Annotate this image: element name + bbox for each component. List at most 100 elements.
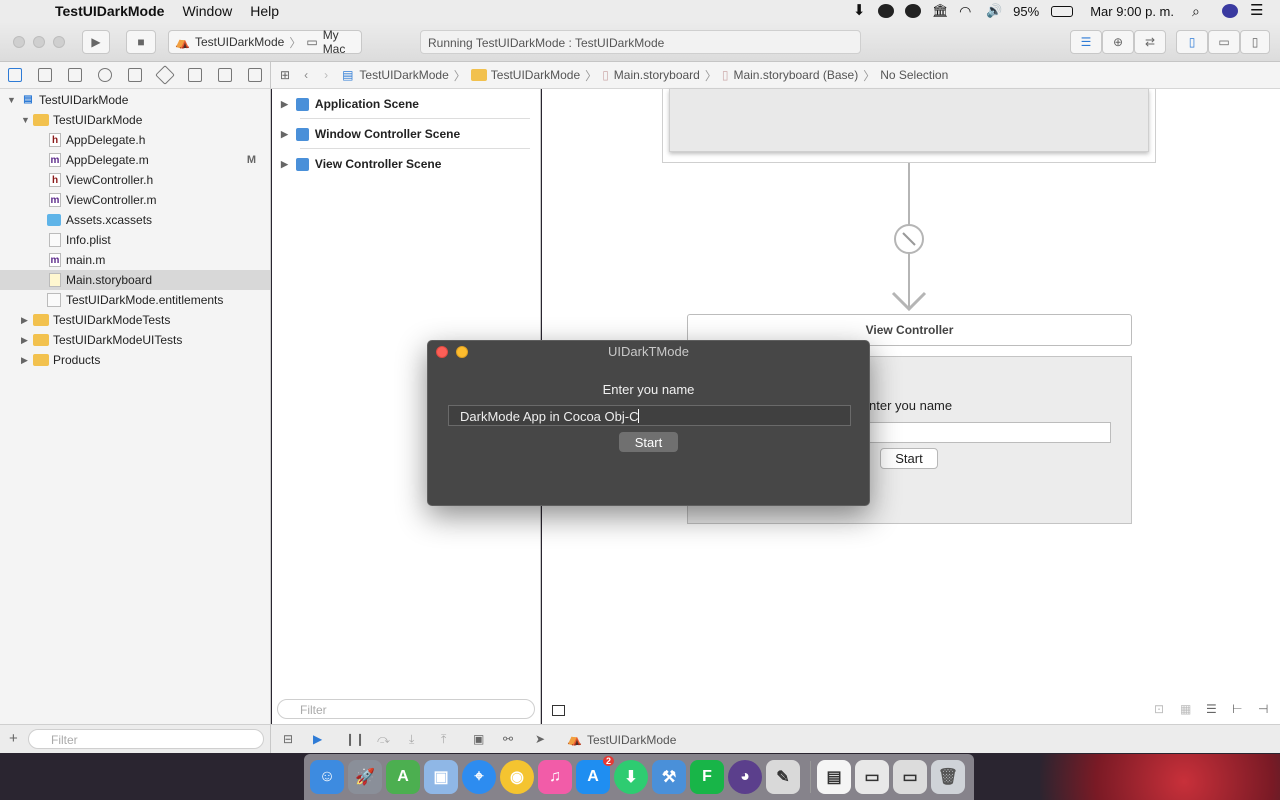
view-hierarchy-icon[interactable]: ▣ [473,732,484,746]
jumpbar-crumb-group[interactable]: TestUIDarkMode [491,68,580,82]
nav-item-file[interactable]: m ViewController.m [0,190,270,210]
stack-icon[interactable]: ▦ [1180,702,1191,716]
source-control-icon[interactable] [38,68,52,82]
nav-item-project[interactable]: ▼ ▤ TestUIDarkMode [0,90,270,110]
spotlight-icon[interactable]: ⌕ [1192,4,1208,18]
nav-item-file[interactable]: m AppDelegate.m M [0,150,270,170]
toggle-navigator-button[interactable]: ▯ [1176,30,1208,54]
pause-icon[interactable]: ❙❙ [345,732,365,746]
itunes-icon[interactable]: ♫ [538,760,572,794]
test-navigator-icon[interactable] [155,65,175,85]
relationship-segue[interactable] [880,163,940,315]
jumpbar-crumb-project[interactable]: TestUIDarkMode [359,68,448,82]
close-window-button[interactable] [13,36,25,48]
location-icon[interactable]: ➤ [535,732,545,746]
nav-item-file-selected[interactable]: Main.storyboard [0,270,270,290]
app-store-icon[interactable]: A2 [576,756,614,794]
wifi-icon[interactable]: ◠ [959,4,975,18]
nav-item-group[interactable]: ▶ TestUIDarkModeUITests [0,330,270,350]
jumpbar-crumb-file[interactable]: Main.storyboard [614,68,700,82]
stop-button[interactable]: ■ [126,30,156,54]
disclosure-closed-icon[interactable]: ▶ [281,99,288,110]
step-in-icon[interactable]: ⤓ [409,732,414,747]
toggle-inspector-button[interactable]: ▯ [1240,30,1270,54]
assistant-editor-button[interactable]: ⊕ [1102,30,1134,54]
navigator-filter-input[interactable]: Filter [28,729,264,749]
nav-item-file[interactable]: h AppDelegate.h [0,130,270,150]
nav-item-group-main[interactable]: ▼ TestUIDarkMode [0,110,270,130]
canvas-start-button[interactable]: Start [880,448,938,469]
nav-item-group[interactable]: ▶ TestUIDarkModeTests [0,310,270,330]
app-close-button[interactable] [436,346,448,358]
find-navigator-icon[interactable] [98,68,112,82]
scheme-selector[interactable]: ⛺ TestUIDarkMode 〉 ▭ My Mac [168,28,362,56]
siri-icon[interactable] [1222,4,1238,18]
issue-navigator-icon[interactable] [128,68,142,82]
add-file-icon[interactable]: + [9,730,18,747]
embed-icon[interactable]: ⊡ [1154,702,1164,716]
outline-scene-row[interactable]: ▶ Application Scene [272,89,540,119]
report-navigator-icon[interactable] [248,68,262,82]
nav-item-file[interactable]: h ViewController.h [0,170,270,190]
document-stack-icon[interactable]: ▤ [817,760,851,794]
nav-item-file[interactable]: m main.m [0,250,270,270]
disclosure-closed-icon[interactable]: ▶ [21,335,28,346]
m-status-icon[interactable] [905,4,922,18]
outline-toggle-icon[interactable] [552,705,565,716]
notification-center-icon[interactable]: ☰ [1250,3,1266,18]
menu-window[interactable]: Window [182,3,232,19]
jumpbar-crumb-selection[interactable]: No Selection [880,68,948,82]
memory-graph-icon[interactable]: ⚯ [503,732,513,746]
window-content-preview[interactable] [669,89,1149,152]
screenshot-stack-icon[interactable]: ▭ [855,760,889,794]
disclosure-closed-icon[interactable]: ▶ [281,129,288,140]
align-icon[interactable]: ☰ [1206,702,1217,716]
menubar-clock[interactable]: Mar 9:00 p. m. [1090,4,1174,19]
finder-icon[interactable]: ☺ [310,760,344,794]
disclosure-open-icon[interactable]: ▼ [21,115,30,125]
forward-arrow-icon[interactable]: › [324,68,328,82]
app-menu[interactable]: TestUIDarkMode [55,3,164,19]
step-over-icon[interactable]: ⤼ [377,732,390,747]
debug-target-label[interactable]: TestUIDarkMode [587,733,676,747]
app-start-button[interactable]: Start [619,432,678,452]
canvas-name-textfield[interactable] [869,422,1111,443]
launchpad-icon[interactable]: 🚀 [348,760,382,794]
chrome-icon[interactable]: ◉ [500,760,534,794]
project-navigator-icon[interactable] [8,68,22,82]
menu-help[interactable]: Help [250,3,279,19]
disclosure-closed-icon[interactable]: ▶ [21,315,28,326]
app-name-input[interactable]: DarkMode App in Cocoa Obj-C [448,405,851,426]
running-app-window[interactable]: UIDarkTMode Enter you name DarkMode App … [427,340,870,506]
disclosure-open-icon[interactable]: ▼ [7,95,16,105]
step-out-icon[interactable]: ⤒ [441,732,446,747]
download-status-icon[interactable]: ⬇ [851,3,867,18]
hide-debug-icon[interactable]: ⊟ [283,732,293,746]
downloads-icon[interactable]: ⬇ [614,760,648,794]
nav-item-file[interactable]: TestUIDarkMode.entitlements [0,290,270,310]
minimize-window-button[interactable] [33,36,45,48]
run-button[interactable]: ▶ [82,30,110,54]
battery-percent[interactable]: 95% [1013,4,1039,19]
pin-icon[interactable]: ⊢ [1232,702,1242,716]
nav-item-file[interactable]: Info.plist [0,230,270,250]
github-desktop-icon[interactable]: ◕ [728,760,762,794]
canvas-name-label[interactable]: nter you name [869,398,952,413]
nav-item-file[interactable]: Assets.xcassets [0,210,270,230]
standard-editor-button[interactable]: ☰ [1070,30,1102,54]
app-minimize-button[interactable] [456,346,468,358]
version-editor-button[interactable]: ⇄ [1134,30,1166,54]
breakpoint-navigator-icon[interactable] [218,68,232,82]
image-stack-icon[interactable]: ▭ [893,760,927,794]
outline-filter-input[interactable]: Filter [277,699,535,719]
zoom-window-button[interactable] [53,36,65,48]
f-app-icon[interactable]: F [690,760,724,794]
virtualbox-icon[interactable]: ▣ [424,760,458,794]
back-arrow-icon[interactable]: ‹ [304,68,308,82]
bank-icon[interactable]: 🏛 [932,4,949,18]
volume-icon[interactable]: 🔊 [986,4,1002,18]
disclosure-closed-icon[interactable]: ▶ [21,355,28,366]
resolve-issues-icon[interactable]: ⊣ [1258,702,1268,716]
android-studio-icon[interactable]: A [386,760,420,794]
jumpbar-crumb-localization[interactable]: Main.storyboard (Base) [733,68,858,82]
